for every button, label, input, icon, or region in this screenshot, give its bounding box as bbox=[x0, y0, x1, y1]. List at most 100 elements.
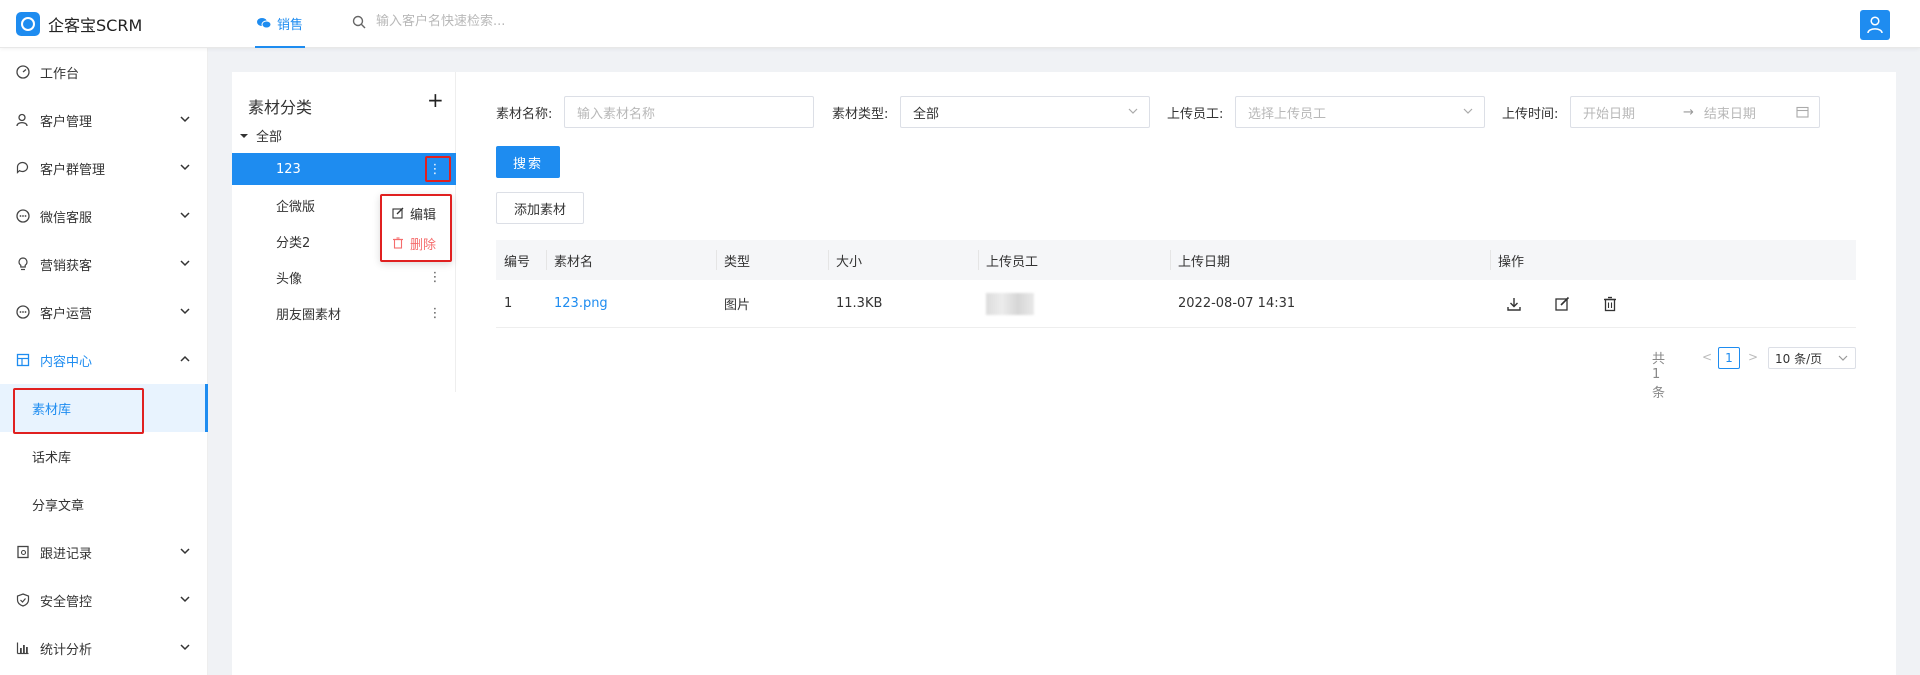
sidebar-subitem-share-articles[interactable]: 分享文章 bbox=[0, 480, 208, 528]
material-type-select[interactable]: 全部 bbox=[900, 96, 1150, 128]
column-header: 编号 bbox=[504, 254, 531, 270]
content-icon bbox=[16, 353, 30, 367]
chevron-down-icon bbox=[180, 596, 190, 603]
material-name-input[interactable]: 输入素材名称 bbox=[564, 96, 814, 128]
column-divider bbox=[1170, 250, 1171, 270]
app-logo[interactable]: 企客宝SCRM bbox=[16, 12, 142, 36]
tree-node-label: 123 bbox=[276, 161, 301, 177]
chevron-down-icon bbox=[180, 164, 190, 171]
column-header: 素材名 bbox=[554, 254, 594, 270]
range-separator: → bbox=[1683, 104, 1694, 120]
delete-icon[interactable] bbox=[1602, 296, 1618, 312]
more-vertical-icon[interactable]: ⋮ bbox=[428, 305, 442, 321]
tree-node-123[interactable]: 123 ⋮ bbox=[232, 153, 456, 185]
caret-down-icon bbox=[240, 133, 248, 138]
menu-item-delete[interactable]: 删除 bbox=[392, 232, 436, 254]
sidebar-item-statistics[interactable]: 统计分析 bbox=[0, 624, 208, 672]
page-size-select[interactable]: 10 条/页 bbox=[1768, 347, 1856, 369]
tree-node-label: 企微版 bbox=[276, 199, 316, 215]
column-header: 类型 bbox=[724, 254, 751, 270]
sidebar-item-customer-management[interactable]: 客户管理 bbox=[0, 96, 208, 144]
sidebar-item-content-center[interactable]: 内容中心 bbox=[0, 336, 208, 384]
add-material-button[interactable]: 添加素材 bbox=[496, 192, 584, 224]
dashboard-icon bbox=[16, 65, 30, 79]
tree-node-label: 头像 bbox=[276, 271, 303, 287]
table-header: 编号 素材名 类型 大小 上传员工 上传日期 操作 bbox=[496, 240, 1856, 280]
uploader-select[interactable]: 选择上传员工 bbox=[1235, 96, 1485, 128]
lightbulb-icon bbox=[16, 257, 30, 271]
uploader-label: 上传员工: bbox=[1167, 107, 1224, 122]
record-icon bbox=[16, 545, 30, 559]
sidebar-subitem-label: 分享文章 bbox=[32, 498, 85, 514]
page-number-button[interactable]: 1 bbox=[1718, 347, 1740, 369]
chevron-down-icon bbox=[180, 260, 190, 267]
calendar-icon bbox=[1796, 106, 1809, 118]
material-type-label: 素材类型: bbox=[832, 107, 889, 122]
download-icon[interactable] bbox=[1506, 296, 1522, 312]
sidebar-item-label: 安全管控 bbox=[40, 594, 93, 610]
user-avatar-button[interactable] bbox=[1860, 10, 1890, 40]
more-vertical-icon[interactable]: ⋮ bbox=[428, 269, 442, 285]
sidebar-item-customer-operations[interactable]: 客户运营 bbox=[0, 288, 208, 336]
shield-icon bbox=[16, 593, 30, 607]
material-name-label: 素材名称: bbox=[496, 107, 553, 122]
column-header: 大小 bbox=[836, 254, 863, 270]
sidebar-item-marketing[interactable]: 营销获客 bbox=[0, 240, 208, 288]
pagination-total: 共1条 bbox=[1652, 352, 1666, 401]
sidebar: 工作台 客户管理 客户群管理 微信客服 营销获客 客户运营 内容中心 素材库 话… bbox=[0, 48, 208, 675]
global-search-input[interactable] bbox=[376, 14, 616, 29]
uploader-placeholder: 选择上传员工 bbox=[1248, 106, 1327, 122]
edit-icon bbox=[392, 207, 404, 219]
menu-item-delete-label: 删除 bbox=[410, 237, 437, 253]
date-range-picker[interactable]: 开始日期 → 结束日期 bbox=[1570, 96, 1820, 128]
material-type-value: 全部 bbox=[913, 106, 940, 122]
sidebar-item-follow-up[interactable]: 跟进记录 bbox=[0, 528, 208, 576]
sidebar-item-label: 内容中心 bbox=[40, 354, 93, 370]
sidebar-item-label: 工作台 bbox=[40, 66, 80, 82]
column-divider bbox=[828, 250, 829, 270]
menu-item-edit[interactable]: 编辑 bbox=[392, 202, 436, 224]
add-category-button[interactable]: + bbox=[427, 90, 444, 110]
sidebar-subitem-script-library[interactable]: 话术库 bbox=[0, 432, 208, 480]
category-panel: 素材分类 + 全部 123 ⋮ 企微版 分类2 头像 ⋮ 朋友圈素材 ⋮ 编辑 … bbox=[232, 72, 456, 392]
sidebar-subitem-label: 话术库 bbox=[32, 450, 72, 466]
sidebar-item-label: 客户运营 bbox=[40, 306, 93, 322]
end-date-placeholder: 结束日期 bbox=[1703, 106, 1756, 122]
start-date-placeholder: 开始日期 bbox=[1583, 106, 1636, 122]
chevron-down-icon bbox=[180, 212, 190, 219]
search-button[interactable]: 搜索 bbox=[496, 146, 560, 178]
blurred-uploader-name bbox=[986, 292, 1034, 315]
sidebar-item-label: 微信客服 bbox=[40, 210, 93, 226]
table-row[interactable]: 1 123.png 图片 11.3KB 2022-08-07 14:31 bbox=[496, 280, 1856, 328]
chevron-down-icon bbox=[180, 308, 190, 315]
operations-icon bbox=[16, 305, 30, 319]
content-card: 素材分类 + 全部 123 ⋮ 企微版 分类2 头像 ⋮ 朋友圈素材 ⋮ 编辑 … bbox=[232, 72, 1896, 675]
tree-node-avatar[interactable]: 头像 ⋮ bbox=[232, 261, 456, 293]
tree-node-label: 分类2 bbox=[276, 235, 311, 251]
tree-root-all[interactable]: 全部 bbox=[240, 126, 282, 145]
cell-uploader bbox=[986, 280, 1034, 327]
chevron-down-icon bbox=[180, 116, 190, 123]
global-search[interactable] bbox=[352, 14, 616, 29]
tree-root-label: 全部 bbox=[256, 130, 283, 145]
highlight-box-more bbox=[425, 156, 451, 182]
cell-material-name-link[interactable]: 123.png bbox=[554, 280, 608, 327]
edit-icon[interactable] bbox=[1554, 296, 1570, 312]
chevron-down-icon bbox=[1463, 108, 1473, 114]
sidebar-item-workbench[interactable]: 工作台 bbox=[0, 48, 208, 96]
prev-page-icon[interactable]: < bbox=[1702, 350, 1712, 364]
sidebar-item-group-management[interactable]: 客户群管理 bbox=[0, 144, 208, 192]
tab-sales[interactable]: 销售 bbox=[255, 0, 306, 48]
cell-date: 2022-08-07 14:31 bbox=[1178, 296, 1296, 311]
cell-id: 1 bbox=[504, 296, 513, 311]
sidebar-item-label: 客户群管理 bbox=[40, 162, 106, 178]
next-page-icon[interactable]: > bbox=[1748, 350, 1758, 364]
cell-size: 11.3KB bbox=[836, 296, 883, 311]
tree-node-moments[interactable]: 朋友圈素材 ⋮ bbox=[232, 297, 456, 329]
page-size-value: 10 条/页 bbox=[1775, 351, 1823, 366]
sidebar-item-label: 统计分析 bbox=[40, 642, 93, 658]
sidebar-item-security[interactable]: 安全管控 bbox=[0, 576, 208, 624]
sidebar-item-wechat-service[interactable]: 微信客服 bbox=[0, 192, 208, 240]
column-header: 上传员工 bbox=[986, 254, 1039, 270]
column-divider bbox=[716, 250, 717, 270]
